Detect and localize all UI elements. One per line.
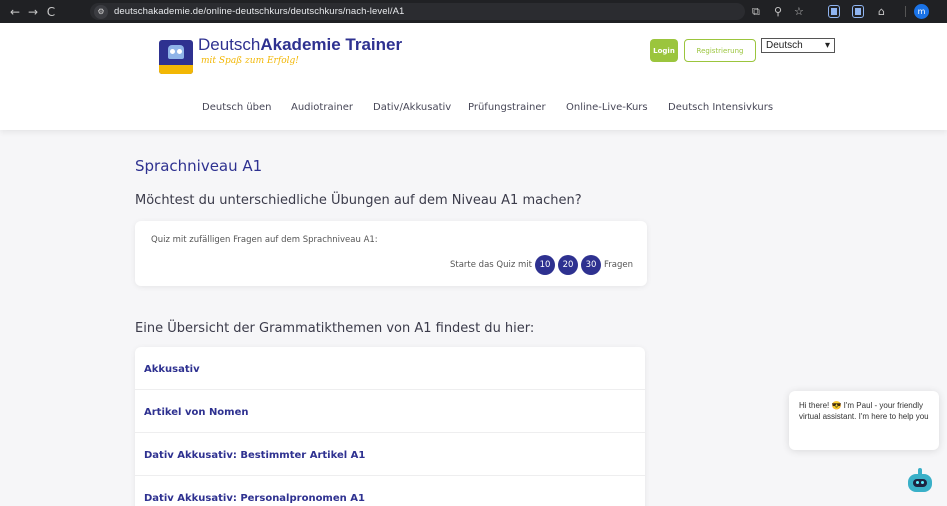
back-icon[interactable]: ← <box>6 5 24 19</box>
grammar-heading: Eine Übersicht der Grammatikthemen von A… <box>135 321 535 336</box>
grammar-topic-list: Akkusativ Artikel von Nomen Dativ Akkusa… <box>135 347 645 506</box>
chatbot-icon[interactable] <box>906 466 934 494</box>
topic-link[interactable]: Dativ Akkusativ: Personalpronomen A1 <box>144 493 365 504</box>
browser-toolbar: ← → C ⚙ deutschakademie.de/online-deutsc… <box>0 0 947 23</box>
nav-online-live-kurs[interactable]: Online-Live-Kurs <box>566 102 648 113</box>
quiz-30-button[interactable]: 30 <box>581 255 601 275</box>
nav-deutsch-ueben[interactable]: Deutsch üben <box>202 102 272 113</box>
list-item[interactable]: Akkusativ <box>135 347 645 390</box>
nav-deutsch-intensivkurs[interactable]: Deutsch Intensivkurs <box>668 102 773 113</box>
nav-dativ-akkusativ[interactable]: Dativ/Akkusativ <box>373 102 451 113</box>
list-item[interactable]: Dativ Akkusativ: Personalpronomen A1 <box>135 476 645 506</box>
forward-icon[interactable]: → <box>24 5 42 19</box>
nav-pruefungstrainer[interactable]: Prüfungstrainer <box>468 102 546 113</box>
extension-icon[interactable] <box>828 5 840 18</box>
language-select[interactable]: Deutsch ▾ <box>761 38 835 53</box>
topic-link[interactable]: Akkusativ <box>144 364 200 375</box>
quiz-card: Quiz mit zufälligen Fragen auf dem Sprac… <box>135 221 647 286</box>
reload-icon[interactable]: C <box>42 5 60 19</box>
quiz-20-button[interactable]: 20 <box>558 255 578 275</box>
zoom-icon[interactable]: ⚲ <box>774 4 782 19</box>
profile-avatar[interactable]: m <box>914 4 929 19</box>
quiz-prefix: Starte das Quiz mit <box>449 260 532 270</box>
extension-icon[interactable] <box>852 5 864 18</box>
quiz-label: Quiz mit zufälligen Fragen auf dem Sprac… <box>151 235 378 245</box>
quiz-10-button[interactable]: 10 <box>535 255 555 275</box>
topic-link[interactable]: Artikel von Nomen <box>144 407 249 418</box>
chevron-down-icon: ▾ <box>824 40 830 51</box>
quiz-start-row: Starte das Quiz mit 10 20 30 Fragen <box>450 255 633 275</box>
toolbar-divider <box>905 6 906 17</box>
brand-name[interactable]: DeutschAkademie Trainer <box>198 35 402 55</box>
logo-icon[interactable] <box>159 40 193 74</box>
nav-audiotrainer[interactable]: Audiotrainer <box>291 102 353 113</box>
bookmark-star-icon[interactable]: ☆ <box>794 4 804 19</box>
list-item[interactable]: Artikel von Nomen <box>135 390 645 433</box>
url-text[interactable]: deutschakademie.de/online-deutschkurs/de… <box>114 6 404 17</box>
quiz-suffix: Fragen <box>604 260 633 270</box>
list-item[interactable]: Dativ Akkusativ: Bestimmter Artikel A1 <box>135 433 645 476</box>
topic-link[interactable]: Dativ Akkusativ: Bestimmter Artikel A1 <box>144 450 365 461</box>
site-header: DeutschAkademie Trainer mit Spaß zum Erf… <box>0 23 947 130</box>
exercises-subheading: Möchtest du unterschiedliche Übungen auf… <box>135 193 582 208</box>
brand-tagline: mit Spaß zum Erfolg! <box>201 56 299 66</box>
extensions-puzzle-icon[interactable]: ⌂ <box>878 4 885 19</box>
address-bar[interactable]: ⚙ deutschakademie.de/online-deutschkurs/… <box>90 3 745 20</box>
translate-icon[interactable]: ⧉ <box>752 4 760 19</box>
site-info-icon[interactable]: ⚙ <box>94 4 108 19</box>
page-title: Sprachniveau A1 <box>135 157 263 175</box>
owl-icon <box>168 45 184 59</box>
chat-greeting-bubble[interactable]: Hi there! 😎 I'm Paul - your friendly vir… <box>789 391 939 450</box>
login-button[interactable]: Login <box>650 39 678 62</box>
register-button[interactable]: Registrierung <box>684 39 756 62</box>
